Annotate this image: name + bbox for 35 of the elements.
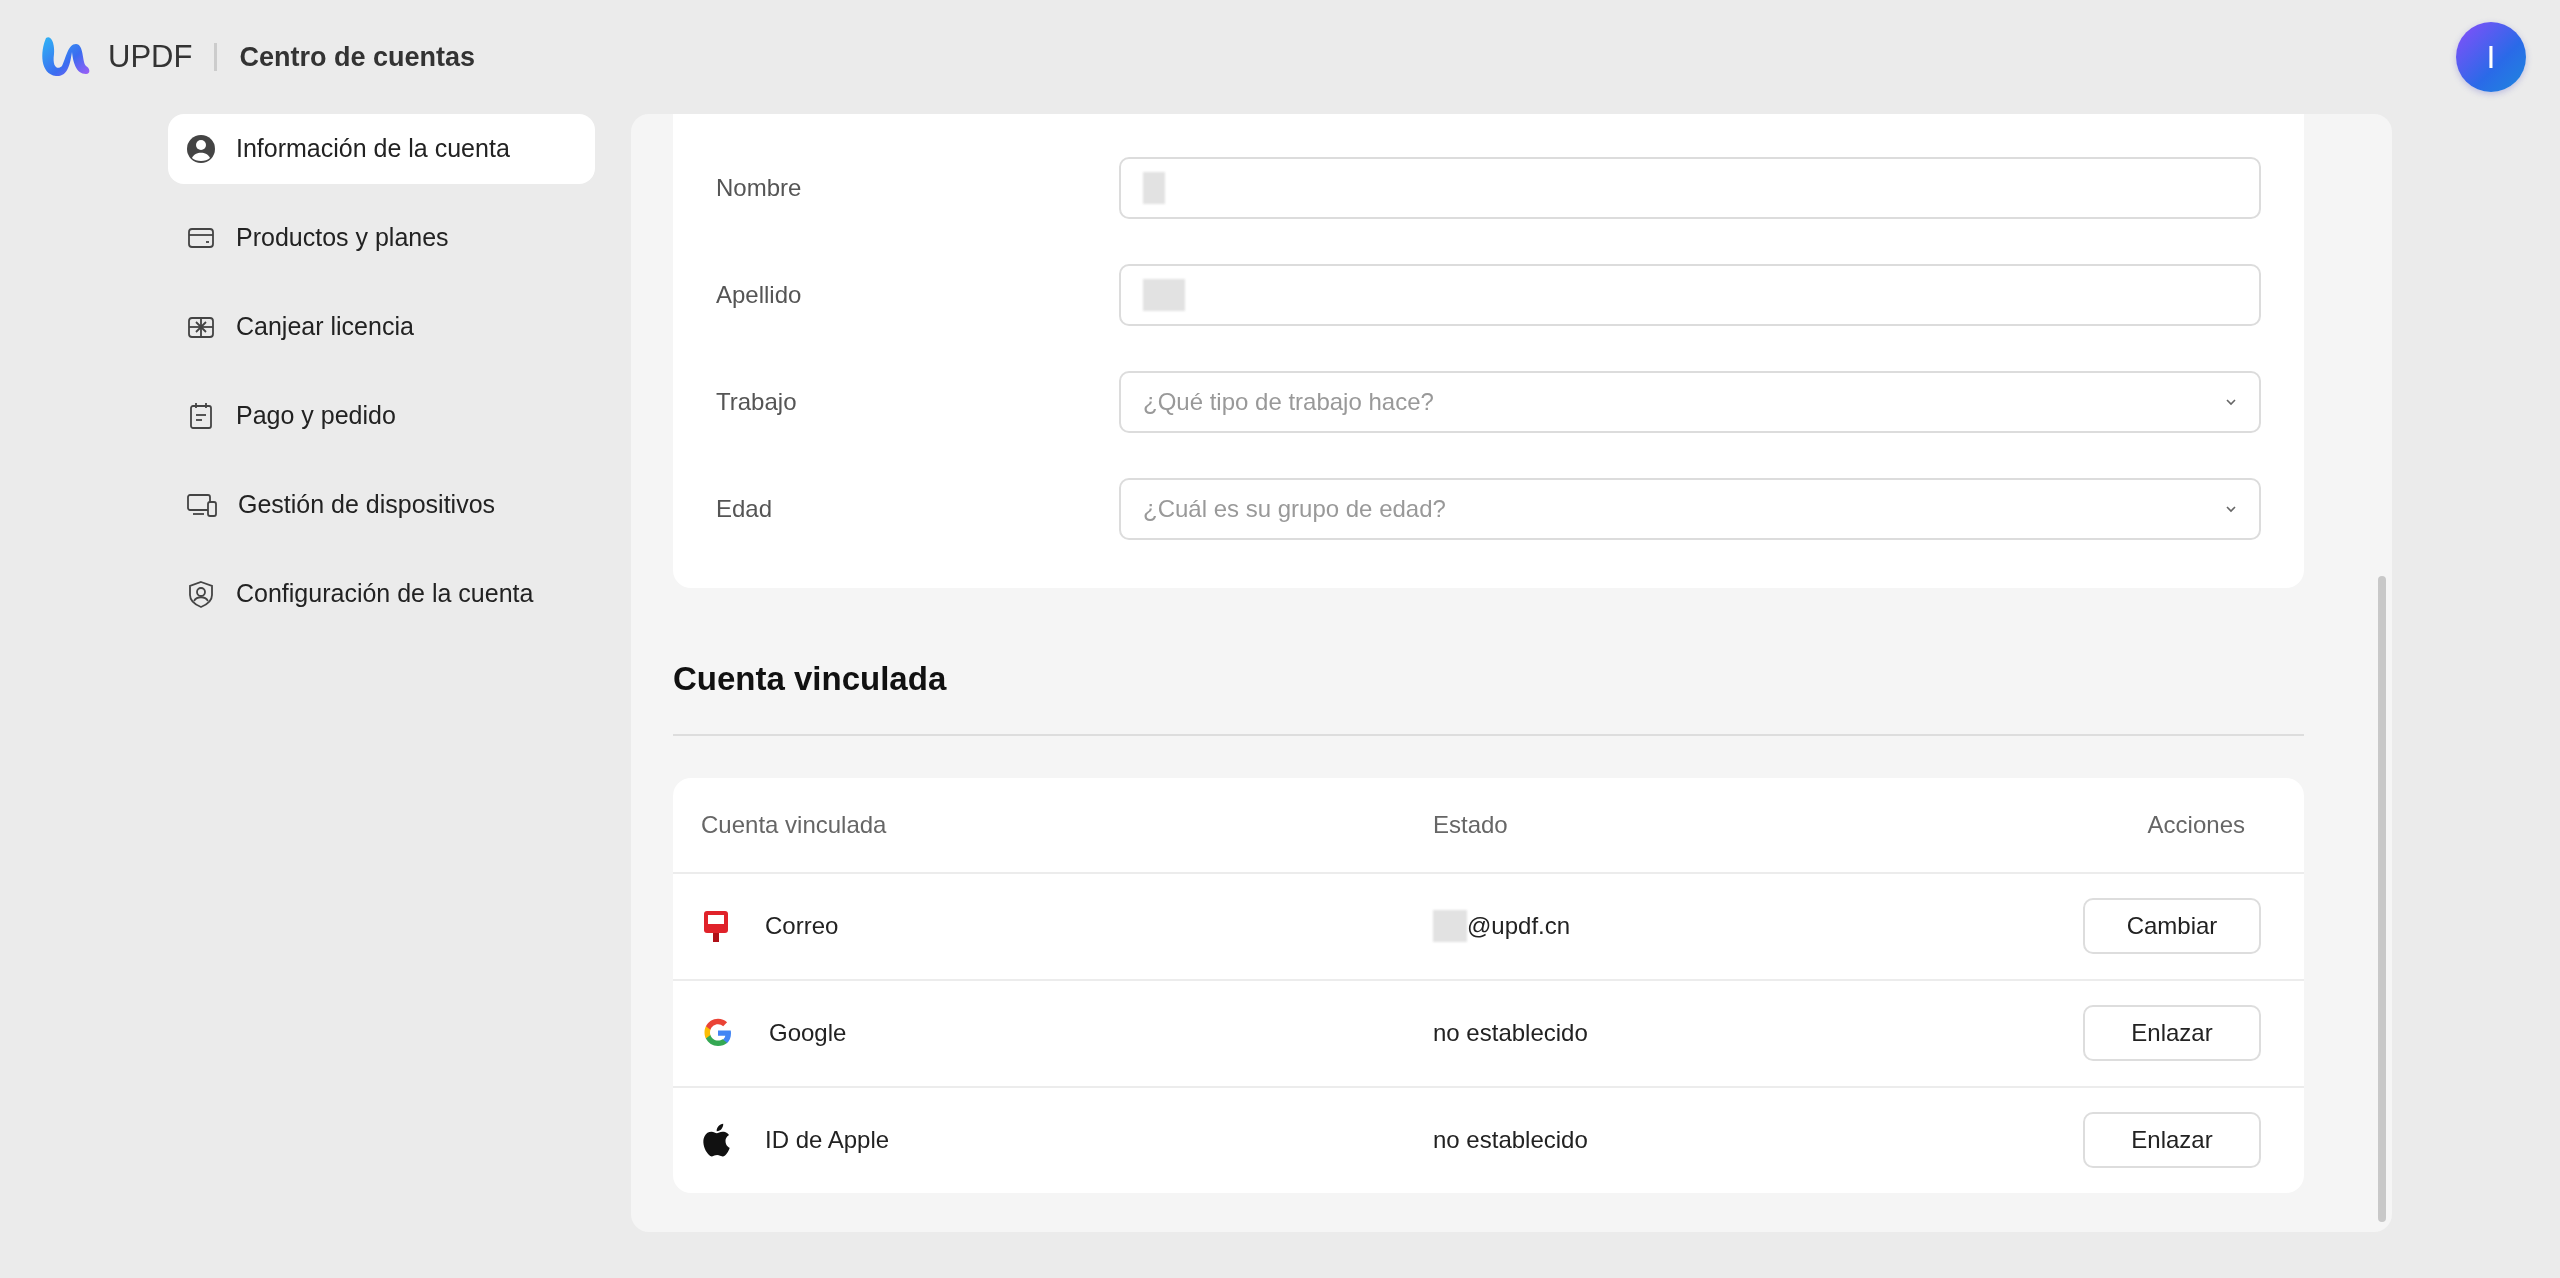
column-header: Cuenta vinculada	[701, 809, 888, 840]
apple-icon	[701, 1122, 731, 1158]
sidebar-item[interactable]: Configuración de la cuenta	[168, 559, 595, 629]
column-header: Acciones	[2147, 809, 2246, 840]
chevron-down-icon	[2225, 397, 2237, 406]
shield-icon	[186, 579, 216, 609]
field-label: Apellido	[716, 279, 803, 310]
input-field[interactable]	[1119, 156, 2261, 219]
field-label: Trabajo	[716, 386, 798, 417]
sidebar-item[interactable]: Canjear licencia	[168, 292, 595, 362]
sidebar-item[interactable]: Pago y pedido	[168, 381, 595, 451]
sidebar-item[interactable]: Productos y planes	[168, 203, 595, 273]
action-button[interactable]: Cambiar	[2083, 898, 2261, 954]
user-icon	[186, 134, 216, 164]
input-field[interactable]	[1119, 263, 2261, 326]
account-name: ID de Apple	[765, 1125, 890, 1155]
chevron-down-icon	[2225, 504, 2237, 513]
section-heading: Cuenta vinculada	[673, 659, 948, 699]
column-header: Estado	[1433, 809, 1509, 840]
account-status: no establecido	[1433, 1018, 1588, 1048]
field-label: Edad	[716, 493, 774, 524]
account-status: @updf.cn	[1467, 911, 1571, 941]
mailbox-icon	[701, 908, 731, 944]
account-name: Correo	[765, 911, 839, 941]
action-button[interactable]: Enlazar	[2083, 1005, 2261, 1061]
scrollbar-thumb[interactable]	[2378, 576, 2386, 1222]
field-label: Nombre	[716, 172, 803, 203]
sidebar-item[interactable]: Gestión de dispositivos	[168, 470, 595, 540]
action-button[interactable]: Enlazar	[2083, 1112, 2261, 1168]
brand-name: UPDF	[108, 37, 193, 76]
user-avatar[interactable]: I	[2456, 22, 2526, 92]
account-name: Google	[769, 1018, 847, 1048]
sidebar-item[interactable]: Información de la cuenta	[168, 114, 595, 184]
account-status: no establecido	[1433, 1125, 1588, 1155]
page-title: Centro de cuentas	[239, 40, 475, 74]
